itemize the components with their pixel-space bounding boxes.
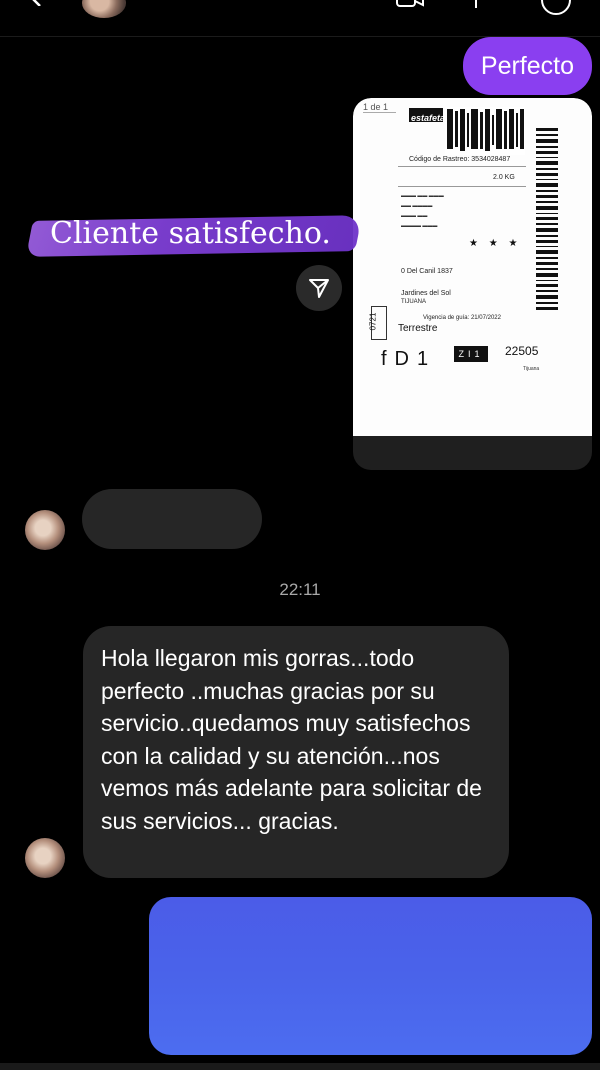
postal-code: 22505	[505, 344, 539, 358]
label-fineprint: ▬▬ ▬▬▬▬	[401, 203, 433, 209]
share-icon	[309, 279, 329, 298]
message-text: Perfecto	[480, 52, 574, 80]
story-caption: Cliente satisfecho.	[25, 210, 363, 257]
outgoing-message-bubble[interactable]: Perfecto	[462, 37, 592, 95]
city-footer: Tijuana	[523, 366, 540, 372]
recipient-line-2: TIJUANA	[401, 299, 427, 305]
rastreo-label: Código de Rastreo: 3534028487	[409, 156, 511, 163]
incoming-message-bubble[interactable]	[82, 489, 262, 549]
story-reply-card[interactable]: 1 de 1 estafeta Código de Rastreo: 35340…	[353, 98, 592, 470]
outgoing-message-bubble[interactable]	[149, 897, 592, 1055]
incoming-message-bubble[interactable]: Hola llegaron mis gorras...todo perfecto…	[83, 626, 509, 878]
recipient-line-1: Jardines del Sol	[401, 290, 451, 297]
sender-avatar[interactable]	[25, 510, 65, 550]
video-call-icon[interactable]	[395, 0, 425, 10]
shipping-label-image: 1 de 1 estafeta Código de Rastreo: 35340…	[353, 98, 592, 436]
route-code: fD1	[381, 348, 437, 370]
composer-edge	[0, 1063, 600, 1070]
label-stars: ★ ★ ★	[469, 238, 522, 249]
label-fineprint: ▬▬▬▬ ▬▬▬	[401, 223, 438, 229]
qr-barcode	[445, 107, 525, 155]
label-fineprint: ▬▬▬ ▬▬	[401, 213, 428, 219]
caption-text: Cliente satisfecho.	[50, 216, 331, 251]
chat-header	[0, 0, 600, 37]
phone-icon[interactable]	[468, 0, 484, 10]
label-pager: 1 de 1	[363, 102, 397, 113]
zone-code: ZI1	[454, 346, 488, 362]
vigencia: Vigencia de guía: 21/07/2022	[423, 315, 501, 321]
divider	[398, 166, 526, 167]
info-icon[interactable]	[540, 0, 572, 16]
vertical-barcode	[536, 128, 558, 310]
label-logo: estafeta	[409, 108, 445, 123]
weight: 2.0 KG	[493, 174, 515, 181]
label-fineprint: ▬▬▬ ▬▬ ▬▬▬	[401, 193, 444, 199]
back-icon[interactable]	[30, 0, 44, 6]
message-timestamp: 22:11	[279, 580, 321, 599]
side-code-box: 0721	[368, 306, 387, 340]
sender-avatar[interactable]	[25, 838, 65, 878]
share-button[interactable]	[296, 265, 342, 311]
service-type: Terrestre	[398, 323, 438, 334]
divider	[398, 186, 526, 187]
label-street: 0 Del Canil 1837	[401, 268, 453, 275]
contact-avatar[interactable]	[82, 0, 126, 18]
message-text: Hola llegaron mis gorras...todo perfecto…	[101, 645, 482, 834]
